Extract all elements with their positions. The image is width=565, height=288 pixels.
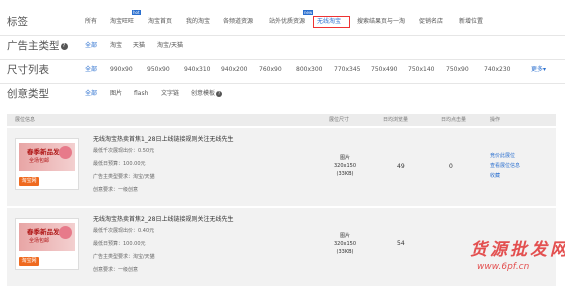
size-filter-row: 尺寸列表 全部 990x90 950x90 940x310 940x200 76… xyxy=(0,60,565,80)
creative-option-flash[interactable]: flash xyxy=(134,84,148,104)
size-option[interactable]: 950x90 xyxy=(147,60,170,80)
advertiser-filter-row: 广告主类型? 全部 淘宝 天猫 淘宝/天猫 xyxy=(0,36,565,56)
favorite-link[interactable]: 收藏 xyxy=(490,171,520,181)
creative-requirement: 创意要求：一级创意 xyxy=(93,187,139,193)
table-row: 春季新品发布 全场包邮 淘宝网 无线淘宝热卖首焦1_28日上线链接规则关注无线先… xyxy=(7,128,556,206)
size-list-label: 尺寸列表 xyxy=(7,64,49,76)
banner-subtitle: 全场包邮 xyxy=(29,238,50,244)
advertiser-option-tmall[interactable]: 天猫 xyxy=(133,36,145,56)
advertiser-option-taobao-tmall[interactable]: 淘宝/天猫 xyxy=(157,36,183,56)
size-value: 320x150 xyxy=(333,163,357,169)
tag-option-offsite[interactable]: 站外优质资源 xyxy=(269,12,305,32)
tag-option-mobile-taobao[interactable]: 无线淘宝 xyxy=(317,12,341,32)
advertiser-type-label: 广告主类型? xyxy=(7,36,68,56)
column-header-daily-clicks: 日均点击量 xyxy=(441,117,467,123)
size-option[interactable]: 740x230 xyxy=(484,60,510,80)
size-cell: 图片 320x150 (33KB) xyxy=(325,232,365,256)
size-value: 320x150 xyxy=(333,241,357,247)
daily-pv-value: 54 xyxy=(397,240,405,247)
size-option[interactable]: 800x300 xyxy=(296,60,322,80)
banner-subtitle: 全场包邮 xyxy=(29,158,50,164)
ad-thumbnail: 春季新品发布 全场包邮 淘宝网 xyxy=(15,218,79,270)
advertiser-option-taobao[interactable]: 淘宝 xyxy=(110,36,122,56)
size-option[interactable]: 760x90 xyxy=(259,60,282,80)
bid-position-link[interactable]: 竞价此展位 xyxy=(490,151,520,161)
file-size: (33KB) xyxy=(336,171,354,177)
column-header-size: 展位尺寸 xyxy=(329,117,350,123)
chevron-down-icon: ▾ xyxy=(543,66,547,73)
watermark-title: 货源批发网 xyxy=(470,240,565,260)
size-option[interactable]: 990x90 xyxy=(110,60,133,80)
tag-option-my-taobao[interactable]: 我的淘宝 xyxy=(186,12,210,32)
advertiser-requirement: 广告主类型要求：淘宝/天猫 xyxy=(93,254,155,260)
column-header-actions: 操作 xyxy=(490,117,501,123)
tag-option-promo-shops[interactable]: 促销名店 xyxy=(419,12,443,32)
creative-option-template[interactable]: 创意模板? xyxy=(191,84,223,104)
table-header: 展位信息 展位尺寸 日均浏览量 日均点击量 操作 xyxy=(7,114,556,126)
creative-option-image[interactable]: 图片 xyxy=(110,84,122,104)
size-option[interactable]: 750x140 xyxy=(408,60,434,80)
flower-decoration xyxy=(59,226,72,239)
daily-clicks-value: 0 xyxy=(449,163,453,170)
banner-image: 春季新品发布 全场包邮 xyxy=(19,143,75,171)
creative-type: 图片 xyxy=(339,233,350,239)
daily-pv-value: 49 xyxy=(397,163,405,170)
min-budget: 最低日预算：100.00元 xyxy=(93,161,146,167)
tag-option-search[interactable]: 搜索结果页与一淘 xyxy=(357,12,405,32)
size-option[interactable]: 750x90 xyxy=(446,60,469,80)
tag-option-new-position[interactable]: 新增位置 xyxy=(459,12,483,32)
taobao-logo: 淘宝网 xyxy=(19,177,39,186)
actions-cell: 竞价此展位 查看展位信息 收藏 xyxy=(490,151,520,181)
advertiser-requirement: 广告主类型要求：淘宝/天猫 xyxy=(93,174,155,180)
more-sizes-button[interactable]: 更多▾ xyxy=(531,60,546,80)
hot-badge: hot xyxy=(132,10,141,15)
creative-type-label: 创意类型 xyxy=(7,88,49,100)
tag-label: 标签 xyxy=(7,16,28,28)
creative-filter-row: 创意类型 全部 图片 flash 文字链 创意模板? xyxy=(0,84,565,104)
size-option[interactable]: 770x345 xyxy=(334,60,360,80)
min-price: 最低千次展现出价：0.50元 xyxy=(93,148,155,154)
tag-option-wangwang[interactable]: 淘宝旺旺 xyxy=(110,12,134,32)
min-budget: 最低日预算：100.00元 xyxy=(93,241,146,247)
ad-thumbnail: 春季新品发布 全场包邮 淘宝网 xyxy=(15,138,79,190)
advertiser-option-all[interactable]: 全部 xyxy=(85,36,97,56)
min-price: 最低千次展现出价：0.40元 xyxy=(93,228,155,234)
size-cell: 图片 320x150 (33KB) xyxy=(325,154,365,178)
size-option[interactable]: 940x310 xyxy=(184,60,210,80)
creative-option-text-link[interactable]: 文字链 xyxy=(161,84,179,104)
view-position-info-link[interactable]: 查看展位信息 xyxy=(490,161,520,171)
taobao-logo: 淘宝网 xyxy=(19,257,39,266)
watermark-url: www.6pf.cn xyxy=(477,262,530,272)
creative-requirement: 创意要求：一级创意 xyxy=(93,267,139,273)
size-option-all[interactable]: 全部 xyxy=(85,60,97,80)
size-option[interactable]: 940x200 xyxy=(221,60,247,80)
question-icon[interactable]: ? xyxy=(60,42,68,50)
creative-type: 图片 xyxy=(339,155,350,161)
creative-option-all[interactable]: 全部 xyxy=(85,84,97,104)
size-option[interactable]: 750x490 xyxy=(371,60,397,80)
tag-option-home[interactable]: 淘宝首页 xyxy=(148,12,172,32)
position-title[interactable]: 无线淘宝热卖首焦2_28日上线链接规则关注无线先生 xyxy=(93,214,233,223)
question-icon[interactable]: ? xyxy=(216,90,223,97)
tag-option-all[interactable]: 所有 xyxy=(85,12,97,32)
flower-decoration xyxy=(59,146,72,159)
banner-image: 春季新品发布 全场包邮 xyxy=(19,223,75,251)
column-header-position-info: 展位信息 xyxy=(15,117,36,123)
column-header-daily-pv: 日均浏览量 xyxy=(383,117,409,123)
new-badge: new xyxy=(303,10,314,15)
tag-filter-row: 标签 所有 淘宝旺旺 hot 淘宝首页 我的淘宝 各频道资源 站外优质资源 ne… xyxy=(0,10,565,32)
position-title[interactable]: 无线淘宝热卖首焦1_28日上线链接规则关注无线先生 xyxy=(93,134,233,143)
file-size: (33KB) xyxy=(336,249,354,255)
tag-option-channels[interactable]: 各频道资源 xyxy=(223,12,253,32)
